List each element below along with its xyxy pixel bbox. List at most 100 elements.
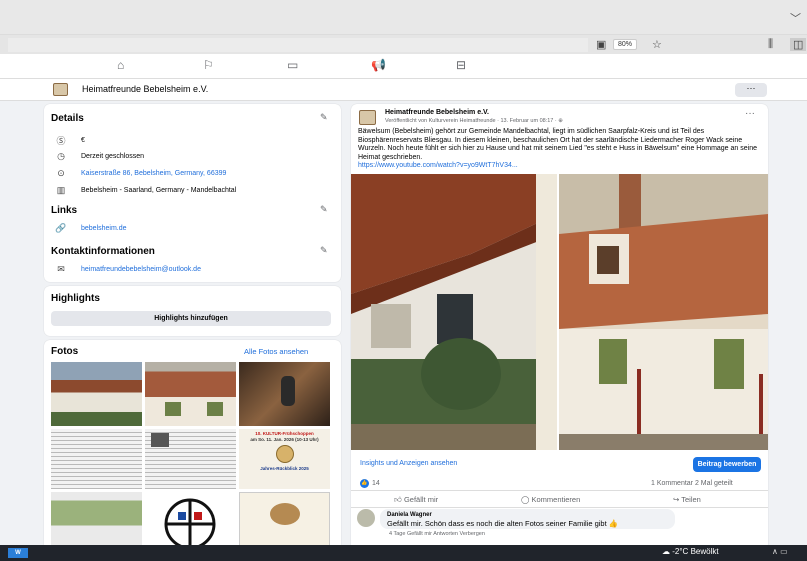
- comment-button[interactable]: ◯ Kommentieren: [521, 495, 580, 504]
- facebook-nav: ⌂ ⚐ ▭ 📢 ⊟: [0, 54, 807, 79]
- address-link[interactable]: Kaiserstraße 86, Bebelsheim, Germany, 66…: [81, 170, 226, 177]
- megaphone-icon[interactable]: 📢: [371, 58, 386, 72]
- word-app-icon[interactable]: W: [8, 548, 28, 558]
- link-icon: 🔗: [55, 223, 67, 233]
- post-meta: Veröffentlicht von Kulturverein Heimatfr…: [385, 118, 563, 124]
- details-row-website[interactable]: 🔗 bebelsheim.de: [53, 223, 127, 234]
- video-icon[interactable]: ▭: [287, 58, 298, 72]
- flag-icon[interactable]: ⚐: [203, 58, 214, 72]
- highlights-card: Highlights Highlights hinzufügen: [44, 286, 341, 336]
- weather-text: Bewölkt: [690, 547, 719, 556]
- clock-icon: ◷: [57, 151, 65, 161]
- chevron-down-icon[interactable]: ﹀: [790, 10, 801, 26]
- photos-card: Fotos Alle Fotos ansehen 10. KULTUR-Früh…: [44, 340, 341, 550]
- browser-top-strip: ﹀: [0, 0, 807, 34]
- mail-icon: ✉: [57, 264, 65, 274]
- price-text: €: [81, 137, 85, 144]
- commenter-name[interactable]: Daniela Wagner: [387, 512, 432, 518]
- highlights-title: Highlights: [51, 293, 100, 304]
- photo-thumbnail[interactable]: [51, 492, 142, 548]
- post-body: Bäwelsum (Bebelsheim) gehört zur Gemeind…: [358, 128, 757, 161]
- poster-line: Jahres-Rückblick 2025: [260, 466, 309, 471]
- share-button[interactable]: ↪ Teilen: [673, 495, 701, 504]
- gaming-icon[interactable]: ⊟: [456, 58, 466, 72]
- post-meta-text: Veröffentlicht von Kulturverein Heimatfr…: [385, 118, 559, 124]
- details-row-hours: ◷ Derzeit geschlossen: [53, 151, 144, 162]
- photos-title: Fotos: [51, 346, 79, 357]
- page-avatar[interactable]: [53, 83, 68, 96]
- comments-shares-count[interactable]: 1 Kommentar 2 Mal geteilt: [651, 480, 733, 487]
- comment-icon: ◯: [521, 495, 530, 504]
- photo-thumbnail[interactable]: [145, 362, 236, 426]
- cloud-icon: ☁: [662, 547, 670, 556]
- post-options-icon[interactable]: ···: [745, 108, 755, 119]
- details-row-address[interactable]: ⊙ Kaiserstraße 86, Bebelsheim, Germany, …: [53, 168, 226, 179]
- location-icon: ⊙: [57, 168, 65, 178]
- photo-thumbnail[interactable]: [51, 429, 142, 489]
- screen-icon[interactable]: ▣: [596, 38, 606, 51]
- photo-thumbnail[interactable]: [239, 362, 330, 426]
- poster-line: am So. 11. Jan. 2026 (10-13 Uhr): [250, 436, 319, 442]
- like-button[interactable]: 👍︎ Gefällt mir: [394, 495, 438, 505]
- comment-label: Kommentieren: [531, 495, 581, 504]
- library-icon[interactable]: ⫼: [768, 38, 773, 51]
- comment-bubble: Daniela Wagner Gefällt mir. Schön dass e…: [380, 509, 675, 529]
- post-author[interactable]: Heimatfreunde Bebelsheim e.V.: [385, 109, 489, 116]
- map-icon: ▥: [56, 185, 66, 195]
- comment-actions[interactable]: 4 Tage Gefällt mir Antworten Verbergen: [389, 531, 485, 537]
- page-header: Heimatfreunde Bebelsheim e.V. ···: [0, 79, 807, 101]
- details-title: Details: [51, 113, 84, 124]
- post-card: Heimatfreunde Bebelsheim e.V. Veröffentl…: [351, 104, 768, 550]
- home-icon[interactable]: ⌂: [117, 58, 124, 72]
- post-url-link[interactable]: https://www.youtube.com/watch?v=yo9WtT7h…: [358, 162, 518, 169]
- contact-title: Kontaktinformationen: [51, 246, 155, 257]
- details-row-email[interactable]: ✉ heimatfreundebebelsheim@outlook.de: [53, 264, 201, 275]
- post-image[interactable]: [559, 174, 768, 450]
- photo-thumbnail[interactable]: [145, 429, 236, 489]
- insights-link[interactable]: Insights und Anzeigen ansehen: [360, 460, 457, 467]
- all-photos-link[interactable]: Alle Fotos ansehen: [244, 347, 308, 356]
- thumbs-up-icon: 👍︎: [394, 495, 402, 504]
- page-title[interactable]: Heimatfreunde Bebelsheim e.V.: [82, 84, 208, 94]
- weather-widget[interactable]: ☁ -2°C Bewölkt: [662, 547, 719, 556]
- taskbar: W ☁ -2°C Bewölkt ∧ ▭: [0, 545, 807, 561]
- share-label: Teilen: [681, 495, 701, 504]
- more-options-button[interactable]: ···: [735, 83, 767, 97]
- zoom-level[interactable]: 80%: [613, 39, 638, 50]
- address-bar[interactable]: ▣ 80% ☆ ⫼ ◫: [0, 34, 807, 54]
- edit-pencil-icon[interactable]: ✎: [320, 204, 328, 215]
- temperature: -2°C: [672, 547, 689, 556]
- comment-text: Gefällt mir. Schön dass es noch die alte…: [387, 519, 619, 528]
- details-card: Details ✎ Ⓢ € ◷ Derzeit geschlossen ⊙ Ka…: [44, 104, 341, 282]
- share-icon: ↪: [673, 495, 680, 504]
- star-icon[interactable]: ☆: [652, 38, 662, 51]
- sidebar-icon[interactable]: ◫: [790, 38, 807, 51]
- like-label: Gefällt mir: [403, 495, 439, 504]
- like-reaction-icon: 👍: [360, 479, 369, 488]
- add-highlights-button[interactable]: Highlights hinzufügen: [51, 311, 331, 326]
- reaction-number: 14: [372, 480, 380, 487]
- globe-icon: ⊕: [558, 118, 563, 124]
- commenter-avatar[interactable]: [357, 509, 375, 527]
- post-actions: 👍︎ Gefällt mir ◯ Kommentieren ↪ Teilen: [351, 490, 768, 508]
- photo-thumbnail[interactable]: 10. KULTUR-Frühschoppen am So. 11. Jan. …: [239, 429, 330, 489]
- post-text: Bäwelsum (Bebelsheim) gehört zur Gemeind…: [358, 128, 763, 171]
- website-link[interactable]: bebelsheim.de: [81, 225, 127, 232]
- post-image[interactable]: [351, 174, 557, 450]
- photo-thumbnail[interactable]: [51, 362, 142, 426]
- edit-pencil-icon[interactable]: ✎: [320, 245, 328, 256]
- photo-thumbnail[interactable]: [239, 492, 330, 548]
- email-link[interactable]: heimatfreundebebelsheim@outlook.de: [81, 266, 201, 273]
- reaction-count[interactable]: 👍 14: [360, 479, 380, 488]
- hours-text: Derzeit geschlossen: [81, 153, 145, 160]
- edit-pencil-icon[interactable]: ✎: [320, 112, 328, 123]
- tray-chevron-icon[interactable]: ∧ ▭: [772, 547, 788, 556]
- links-title: Links: [51, 205, 78, 216]
- region-text: Bebelsheim - Saarland, Germany - Mandelb…: [81, 187, 237, 194]
- post-avatar[interactable]: [359, 110, 376, 125]
- price-icon: Ⓢ: [56, 136, 66, 146]
- promote-post-button[interactable]: Beitrag bewerben: [693, 457, 761, 472]
- details-row-price: Ⓢ €: [53, 134, 85, 147]
- address-field[interactable]: [8, 38, 588, 52]
- photo-thumbnail[interactable]: [145, 492, 236, 548]
